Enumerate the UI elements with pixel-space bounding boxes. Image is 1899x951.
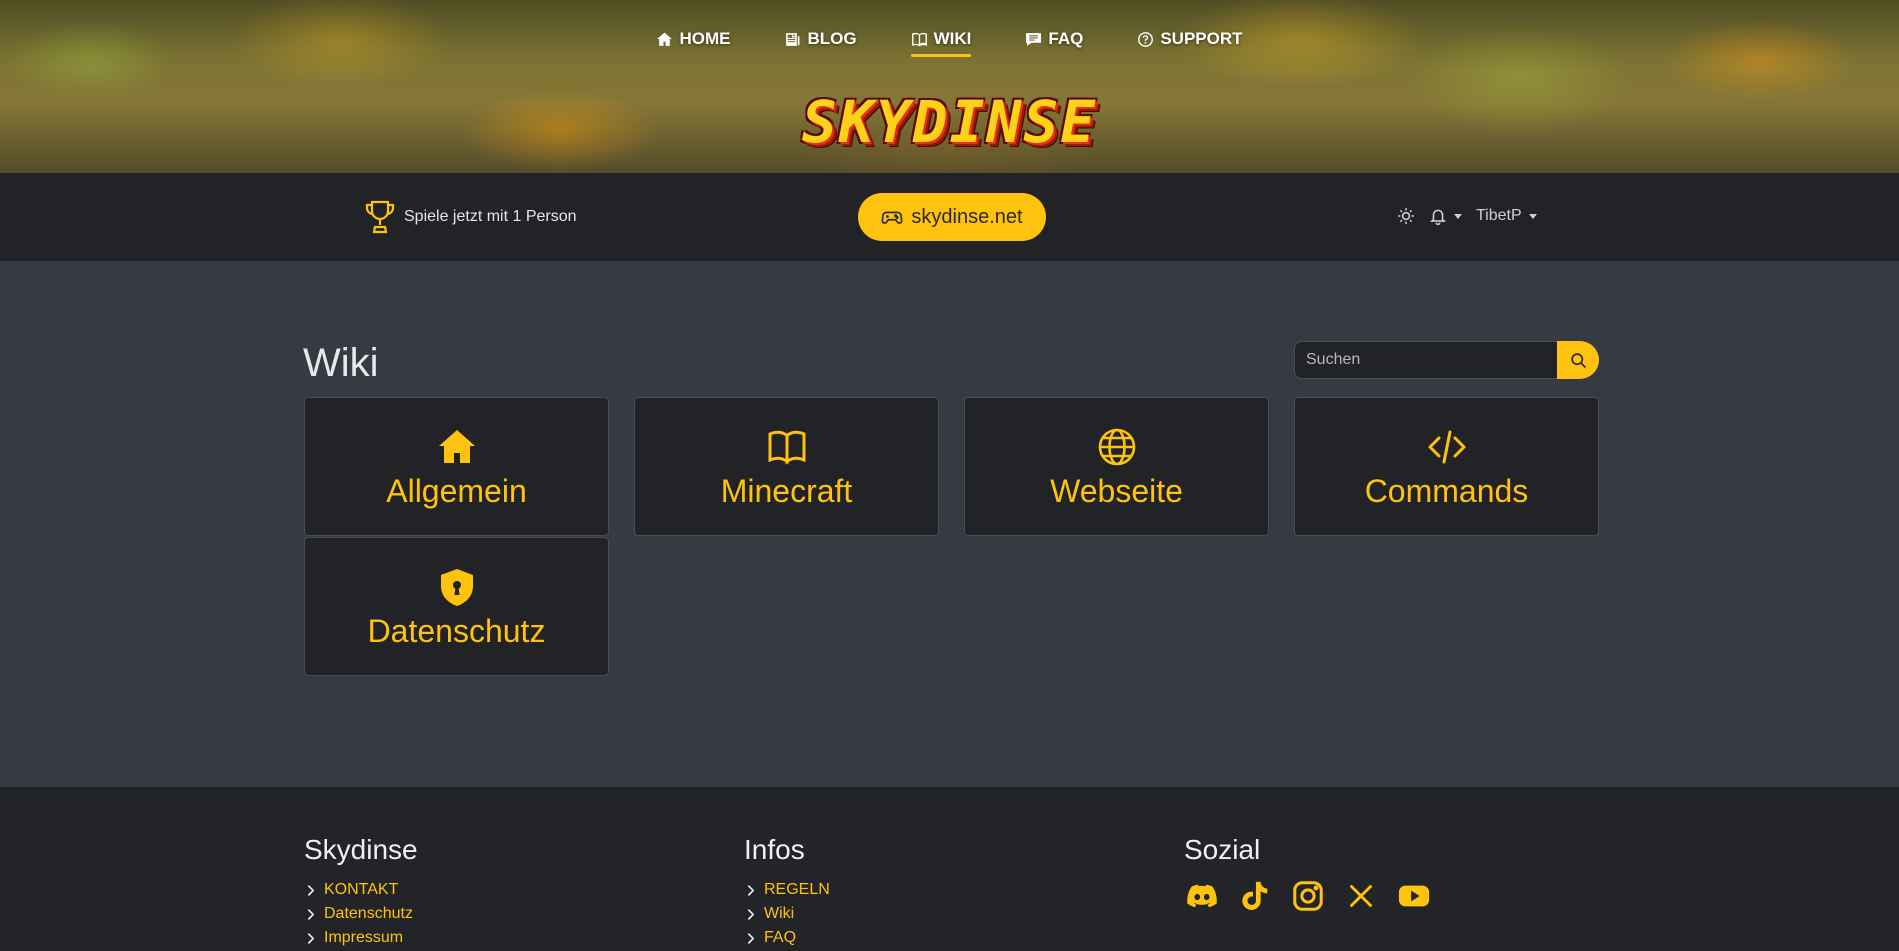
discord-icon [1186, 884, 1217, 907]
server-ip-button[interactable]: skydinse.net [858, 193, 1046, 241]
search-button[interactable] [1557, 341, 1599, 379]
wiki-category-label: Datenschutz [367, 613, 546, 649]
chat-icon [1026, 32, 1042, 46]
wiki-category-label: Webseite [1050, 473, 1183, 509]
footer-column-skydinse: Skydinse KONTAKT Datenschutz Impressum [304, 834, 418, 950]
house-icon [657, 32, 673, 46]
site-footer: Skydinse KONTAKT Datenschutz Impressum I… [0, 787, 1899, 951]
site-logo[interactable]: SKYDINSE [0, 88, 1899, 156]
footer-link-faq[interactable]: FAQ [744, 926, 830, 950]
server-ip-label: skydinse.net [911, 205, 1023, 228]
nav-wiki[interactable]: WIKI [910, 27, 972, 57]
footer-link-regeln[interactable]: REGELN [744, 878, 830, 902]
nav-faq-label: FAQ [1048, 29, 1084, 48]
social-links [1184, 878, 1431, 913]
x-link[interactable] [1343, 878, 1378, 913]
footer-link-datenschutz[interactable]: Datenschutz [304, 902, 418, 926]
footer-link-impressum[interactable]: Impressum [304, 926, 418, 950]
footer-link-label: REGELN [764, 881, 830, 898]
search-input[interactable] [1294, 341, 1558, 379]
footer-column-sozial: Sozial [1184, 834, 1431, 913]
wiki-category-commands[interactable]: Commands [1294, 397, 1599, 536]
user-tools: TibetP [1397, 207, 1537, 225]
discord-link[interactable] [1184, 878, 1219, 913]
nav-wiki-label: WIKI [933, 29, 972, 48]
nav-blog[interactable]: BLOG [784, 27, 857, 55]
x-icon [1349, 884, 1372, 907]
nav-support[interactable]: SUPPORT [1137, 27, 1243, 55]
youtube-link[interactable] [1396, 878, 1431, 913]
instagram-link[interactable] [1290, 878, 1325, 913]
sun-icon [1398, 208, 1414, 224]
trophy-icon [365, 200, 395, 234]
nav-blog-label: BLOG [807, 29, 857, 48]
search-form [1294, 341, 1599, 379]
user-menu[interactable]: TibetP [1476, 207, 1537, 225]
search-icon [1570, 352, 1586, 368]
player-count-text: Spiele jetzt mit 1 Person [404, 208, 577, 225]
main-content: Wiki Allgemein Minecraft Webseite [0, 261, 1899, 787]
footer-link-label: FAQ [764, 929, 797, 946]
footer-link-kontakt[interactable]: KONTAKT [304, 878, 418, 902]
player-count: Spiele jetzt mit 1 Person [364, 199, 577, 235]
wiki-category-label: Commands [1364, 473, 1529, 509]
question-circle-icon [1138, 31, 1154, 47]
username: TibetP [1476, 207, 1522, 224]
chevron-right-icon [747, 932, 755, 944]
instagram-icon [1292, 880, 1323, 911]
house-icon [438, 430, 475, 463]
footer-link-label: Wiki [764, 905, 795, 922]
chevron-right-icon [307, 932, 315, 944]
gamepad-icon [881, 211, 903, 224]
caret-down-icon [1528, 213, 1537, 219]
wiki-category-allgemein[interactable]: Allgemein [304, 397, 609, 536]
wiki-category-label: Allgemein [386, 473, 527, 509]
notifications-dropdown[interactable] [1429, 207, 1462, 225]
globe-icon [1098, 428, 1135, 466]
wiki-category-datenschutz[interactable]: Datenschutz [304, 537, 609, 676]
wiki-category-minecraft[interactable]: Minecraft [634, 397, 939, 536]
nav-faq[interactable]: FAQ [1025, 27, 1083, 55]
chevron-right-icon [747, 884, 755, 896]
top-navigation: HOME BLOG WIKI FAQ SUPPORT [0, 27, 1899, 57]
wiki-category-webseite[interactable]: Webseite [964, 397, 1269, 536]
nav-home[interactable]: HOME [656, 27, 730, 55]
footer-heading: Infos [744, 834, 805, 865]
caret-down-icon [1454, 213, 1462, 219]
newspaper-icon [786, 32, 800, 46]
nav-home-label: HOME [679, 29, 731, 48]
code-icon [1428, 430, 1465, 464]
footer-heading: Skydinse [304, 834, 418, 865]
footer-link-label: KONTAKT [324, 881, 399, 898]
book-icon [768, 430, 805, 465]
chevron-right-icon [307, 908, 315, 920]
book-icon [911, 32, 927, 46]
footer-column-infos: Infos REGELN Wiki FAQ [744, 834, 830, 950]
footer-link-wiki[interactable]: Wiki [744, 902, 830, 926]
tiktok-link[interactable] [1237, 878, 1272, 913]
chevron-right-icon [307, 884, 315, 896]
wiki-category-label: Minecraft [720, 473, 853, 509]
footer-heading: Sozial [1184, 834, 1261, 865]
footer-link-label: Impressum [324, 929, 404, 946]
chevron-right-icon [747, 908, 755, 920]
theme-toggle[interactable] [1397, 207, 1415, 225]
page-title: Wiki [303, 341, 379, 385]
tiktok-icon [1241, 881, 1267, 910]
status-bar: Spiele jetzt mit 1 Person skydinse.net T… [0, 173, 1899, 261]
shield-lock-icon [440, 569, 473, 606]
nav-support-label: SUPPORT [1160, 29, 1243, 48]
bell-icon [1429, 209, 1447, 225]
footer-link-label: Datenschutz [324, 905, 413, 922]
youtube-icon [1398, 885, 1429, 906]
hero-banner: HOME BLOG WIKI FAQ SUPPORT SKYDINSE [0, 0, 1899, 173]
